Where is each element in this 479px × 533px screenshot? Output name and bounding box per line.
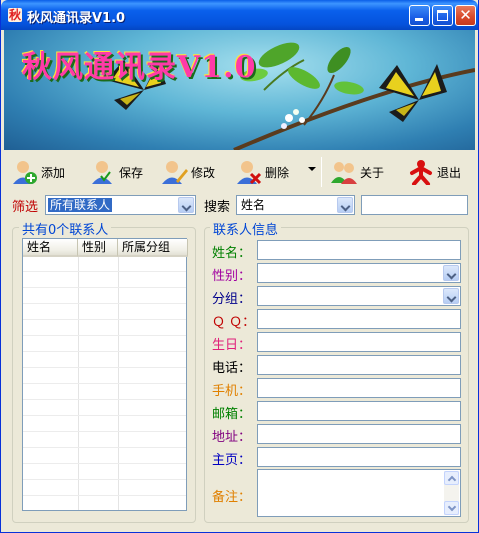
close-icon: ✕ [459,6,472,24]
contacts-group-title: 共有0个联系人 [19,219,112,238]
delete-user-icon [236,159,262,185]
birthday-label: 生日： [212,338,252,353]
app-icon[interactable]: 秋 [8,8,22,22]
group-combo[interactable] [257,286,461,306]
delete-button-label: 删除 [265,165,290,180]
add-user-icon [12,159,38,185]
contacts-list[interactable]: 姓名 性别 所属分组 [22,238,188,511]
add-button-label: 添加 [41,165,66,180]
form-row-group: 分组： [212,286,462,307]
form-row-address: 地址： [212,424,462,445]
about-button-label: 关于 [360,165,385,180]
form-row-name: 姓名： [212,240,462,261]
chevron-down-icon[interactable] [443,288,459,304]
edit-button-label: 修改 [191,165,216,180]
search-label: 搜索 [204,200,231,215]
close-button[interactable]: ✕ [455,5,476,26]
mobile-field[interactable] [257,378,461,398]
column-header-group[interactable]: 所属分组 [118,239,188,257]
form-row-qq: Ｑ Ｑ： [212,309,462,330]
about-button[interactable]: 关于 [331,157,384,187]
phone-label: 电话： [212,361,252,376]
homepage-field[interactable] [257,447,461,467]
add-button[interactable]: 添加 [12,157,65,187]
maximize-button[interactable] [432,5,453,26]
edit-user-icon [162,159,188,185]
minimize-button[interactable] [409,5,430,26]
email-field[interactable] [257,401,461,421]
scroll-up-icon[interactable] [444,471,459,485]
toolbar-separator [321,157,322,187]
form-row-mobile: 手机： [212,378,462,399]
homepage-label: 主页： [212,453,252,468]
delete-button[interactable]: 删除 [236,157,289,187]
notes-field[interactable] [257,469,461,517]
about-users-icon [331,159,357,185]
filter-combo-value: 所有联系人 [48,198,113,212]
notes-scrollbar[interactable] [444,471,459,515]
column-header-gender[interactable]: 性别 [78,239,118,257]
delete-dropdown-arrow[interactable] [308,167,316,171]
main-window: 秋 秋风通讯录V1.0 ✕ 秋风通讯录V1.0 添加 保存 修改 删除 关于 退… [0,0,479,533]
exit-button[interactable]: 退出 [408,157,461,187]
contact-info-group-title: 联系人信息 [210,219,282,238]
gender-combo[interactable] [257,263,461,283]
save-button[interactable]: 保存 [90,157,143,187]
save-user-icon [90,159,116,185]
qq-label: Ｑ Ｑ： [212,315,256,330]
qq-field[interactable] [257,309,461,329]
banner-title: 秋风通讯录V1.0 [22,50,257,85]
scroll-down-icon[interactable] [444,501,459,515]
notes-label: 备注： [212,490,252,505]
address-field[interactable] [257,424,461,444]
form-row-birthday: 生日： [212,332,462,353]
chevron-down-icon[interactable] [337,197,353,213]
search-input[interactable] [361,195,468,215]
form-row-email: 邮箱： [212,401,462,422]
birthday-field[interactable] [257,332,461,352]
contacts-list-gridlines [23,257,186,510]
column-header-name[interactable]: 姓名 [23,239,78,257]
email-label: 邮箱： [212,407,252,422]
window-title: 秋风通讯录V1.0 [27,11,126,26]
title-bar[interactable]: 秋 秋风通讯录V1.0 ✕ [1,0,478,30]
chevron-down-icon[interactable] [178,197,194,213]
form-row-phone: 电话： [212,355,462,376]
banner-image: 秋风通讯录V1.0 [4,30,475,150]
edit-button[interactable]: 修改 [162,157,215,187]
search-field-combo[interactable]: 姓名 [236,195,355,215]
maximize-icon [437,10,448,21]
name-field[interactable] [257,240,461,260]
exit-icon [408,159,434,186]
phone-field[interactable] [257,355,461,375]
exit-button-label: 退出 [437,165,462,180]
name-label: 姓名： [212,246,252,261]
form-row-gender: 性别： [212,263,462,284]
mobile-label: 手机： [212,384,252,399]
search-field-combo-value: 姓名 [241,198,266,212]
save-button-label: 保存 [119,165,144,180]
minimize-icon [415,18,423,21]
filter-combo[interactable]: 所有联系人 [45,195,196,215]
toolbar: 添加 保存 修改 删除 关于 退出 [4,153,475,191]
filter-label: 筛选 [12,200,39,215]
group-label: 分组： [212,292,252,307]
address-label: 地址： [212,430,252,445]
chevron-down-icon[interactable] [443,265,459,281]
gender-label: 性别： [212,269,252,284]
contacts-list-header: 姓名 性别 所属分组 [23,239,188,257]
form-row-homepage: 主页： [212,447,462,468]
